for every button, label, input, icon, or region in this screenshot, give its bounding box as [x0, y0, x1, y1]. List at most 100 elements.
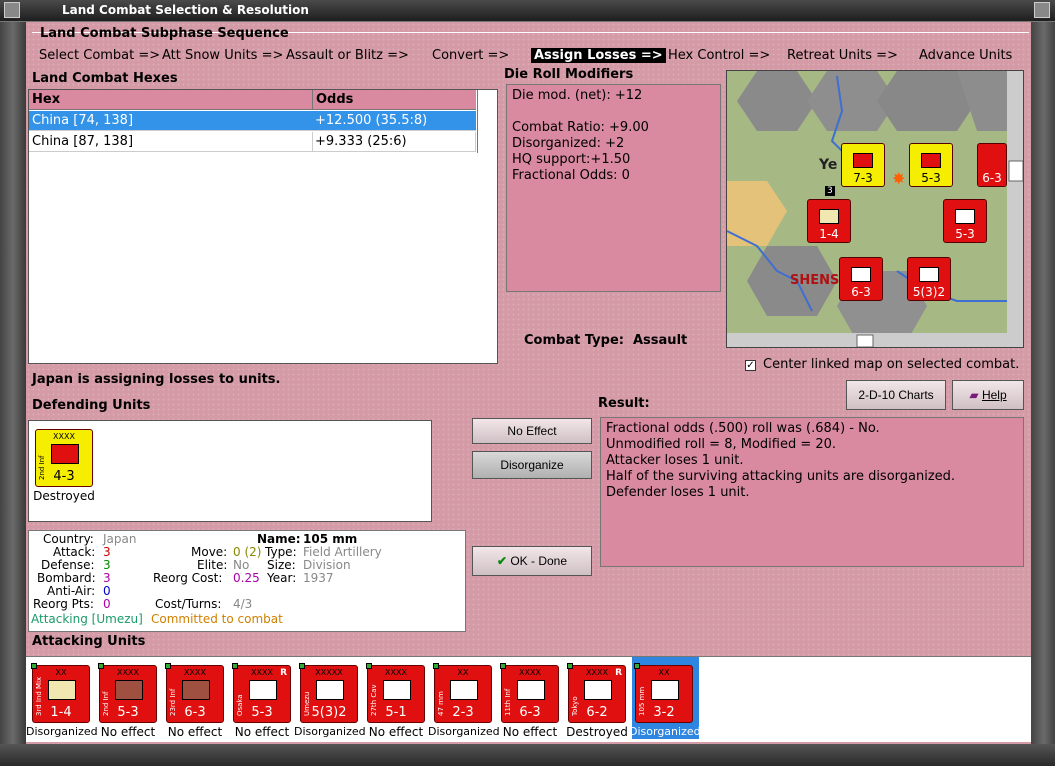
result-line: Half of the surviving attacking units ar…: [606, 469, 956, 484]
checkmark-icon: ✔: [496, 554, 507, 568]
seq-retreat: Retreat Units =>: [787, 48, 898, 63]
counter-values: 5(3)2: [912, 285, 946, 299]
attacking-unit-status: No effect: [167, 725, 223, 739]
unit-symbol: [48, 680, 76, 700]
map-label-ye: Ye: [819, 157, 838, 173]
title-bar[interactable]: Land Combat Selection & Resolution: [0, 0, 1055, 22]
bottom-border: [0, 744, 1055, 766]
odds-column-header[interactable]: Odds: [312, 90, 476, 110]
counter-values: 7-3: [853, 171, 873, 185]
map-unit-counter[interactable]: 5-3: [943, 199, 987, 243]
help-button[interactable]: ▰ Help: [952, 380, 1024, 410]
combat-type-label: Combat Type:: [524, 333, 624, 348]
reserve-marker: R: [615, 668, 622, 678]
die-mod-line: Die mod. (net): +12: [512, 88, 643, 103]
hex-cell: China [87, 138]: [32, 134, 134, 149]
unit-symbol: [115, 680, 143, 700]
unit-symbol: [819, 209, 839, 224]
attacking-units-panel: XX 3rd Ind Mix 1-4 Disorganized XXXX 2nd Inf 5…: [26, 656, 1031, 742]
attacking-status: Attacking [Umezu]: [31, 612, 143, 626]
unit-symbol: [853, 153, 873, 168]
counter-values: 5-3: [921, 171, 941, 185]
unit-symbol: [851, 267, 871, 282]
counter-values: 5-3: [955, 227, 975, 241]
window-title: Land Combat Selection & Resolution: [62, 3, 309, 17]
table-edge: [477, 90, 478, 153]
dialog-client: Land Combat Subphase Sequence Select Com…: [26, 22, 1031, 744]
reorgpts-label: Reorg Pts:: [33, 597, 94, 611]
charts-button[interactable]: 2-D-10 Charts: [846, 380, 946, 410]
unit-values: 6-3: [184, 705, 206, 720]
year-label: Year:: [267, 571, 297, 585]
hexes-title: Land Combat Hexes: [32, 71, 178, 86]
map-hscroll-thumb[interactable]: [856, 334, 874, 347]
unit-symbol: [584, 680, 612, 700]
attacking-unit-counter[interactable]: XX 3rd Ind Mix 1-4: [31, 663, 90, 723]
map-unit-counter[interactable]: 6-3: [977, 143, 1007, 187]
unit-symbol: [919, 267, 939, 282]
map-unit-counter[interactable]: 5-3: [909, 143, 953, 187]
disorganize-button[interactable]: Disorganize: [472, 451, 592, 479]
die-roll-title: Die Roll Modifiers: [504, 67, 634, 82]
attacking-unit-counter[interactable]: XXXXX Umezu 5(3)2: [299, 663, 358, 723]
no-effect-button[interactable]: No Effect: [472, 418, 592, 444]
right-border: [1031, 22, 1055, 766]
costturns-label: Cost/Turns:: [155, 597, 222, 611]
unit-symbol: [383, 680, 411, 700]
status-text: Japan is assigning losses to units.: [32, 372, 281, 387]
hex-column-header[interactable]: Hex: [29, 90, 312, 110]
map-label-shens: SHENS: [790, 273, 840, 288]
combat-marker-icon: ✸: [892, 169, 906, 188]
attacking-unit-status: Disorganized: [294, 725, 366, 738]
attacking-unit-counter[interactable]: XXXX 11th Inf 6-3: [500, 663, 559, 723]
map-vscroll[interactable]: [1007, 71, 1024, 348]
reserve-marker: R: [280, 668, 287, 678]
seq-select-combat: Select Combat =>: [39, 48, 161, 63]
attacking-unit-status: No effect: [502, 725, 558, 739]
attacking-unit-status: Disorganized: [428, 725, 500, 738]
attacking-unit-counter[interactable]: XXXX 23rd Inf 6-3: [165, 663, 224, 723]
seq-hex-control: Hex Control =>: [668, 48, 771, 63]
attacking-unit-counter[interactable]: XX 105 mm 3-2: [634, 663, 693, 723]
map-unit-counter[interactable]: 7-3: [841, 143, 885, 187]
attacking-unit-counter[interactable]: XXXX 2nd Inf 5-3: [98, 663, 157, 723]
unit-symbol: [450, 680, 478, 700]
sequence-title: Land Combat Subphase Sequence: [40, 26, 289, 41]
unit-values: 5-3: [117, 705, 139, 720]
unit-symbol: [955, 209, 975, 224]
table-row[interactable]: China [74, 138] +12.500 (35.5:8): [29, 111, 476, 131]
attacking-unit-status: Disorganized: [26, 725, 98, 738]
seq-convert: Convert =>: [432, 48, 510, 63]
seq-att-snow: Att Snow Units =>: [162, 48, 284, 63]
attacking-unit-counter[interactable]: XXXX Osaka R 5-3: [232, 663, 291, 723]
attacking-unit-counter[interactable]: XXXX 27th Cav 5-1: [366, 663, 425, 723]
unit-symbol: [249, 680, 277, 700]
ok-done-label: OK - Done: [510, 554, 568, 568]
attacking-unit-counter[interactable]: XXXX Tokyo R 6-2: [567, 663, 626, 723]
map-unit-counter[interactable]: 6-3: [839, 257, 883, 301]
unit-values: 6-2: [586, 705, 608, 720]
close-icon[interactable]: [1034, 2, 1050, 18]
system-menu-icon[interactable]: [4, 2, 20, 18]
map-unit-counter[interactable]: 1-4: [807, 199, 851, 243]
year-value: 1937: [303, 571, 334, 585]
odds-cell: +12.500 (35.5:8): [315, 113, 428, 128]
reorgcost-value: 0.25: [233, 571, 260, 585]
seq-advance: Advance Units: [919, 48, 1013, 63]
center-map-checkbox[interactable]: ✓: [745, 360, 756, 371]
hex-cell: China [74, 138]: [32, 113, 134, 128]
result-line: Unmodified roll = 8, Modified = 20.: [606, 437, 837, 452]
result-line: Fractional odds (.500) roll was (.684) -…: [606, 421, 880, 436]
attacking-unit-status: Disorganized: [629, 725, 701, 738]
map-vscroll-thumb[interactable]: [1008, 160, 1023, 182]
attacking-unit-counter[interactable]: XX 47 mm 2-3: [433, 663, 492, 723]
linked-map[interactable]: Ye SHENS 7-3 5-3 1-4 5-3 6-3 5(3)2 6-3 3…: [726, 70, 1024, 348]
die-roll-panel: Die mod. (net): +12 Combat Ratio: +9.00 …: [506, 84, 721, 292]
hq-support-line: HQ support:+1.50: [512, 152, 631, 167]
ok-done-button[interactable]: ✔ OK - Done: [472, 546, 592, 576]
defending-unit-counter[interactable]: XXXX 2nd Inf 4-3: [35, 429, 93, 487]
table-row[interactable]: China [87, 138] +9.333 (25:6): [29, 132, 476, 152]
map-unit-counter[interactable]: 5(3)2: [907, 257, 951, 301]
counter-values: 6-3: [982, 171, 1002, 185]
unit-values: 2-3: [452, 705, 474, 720]
